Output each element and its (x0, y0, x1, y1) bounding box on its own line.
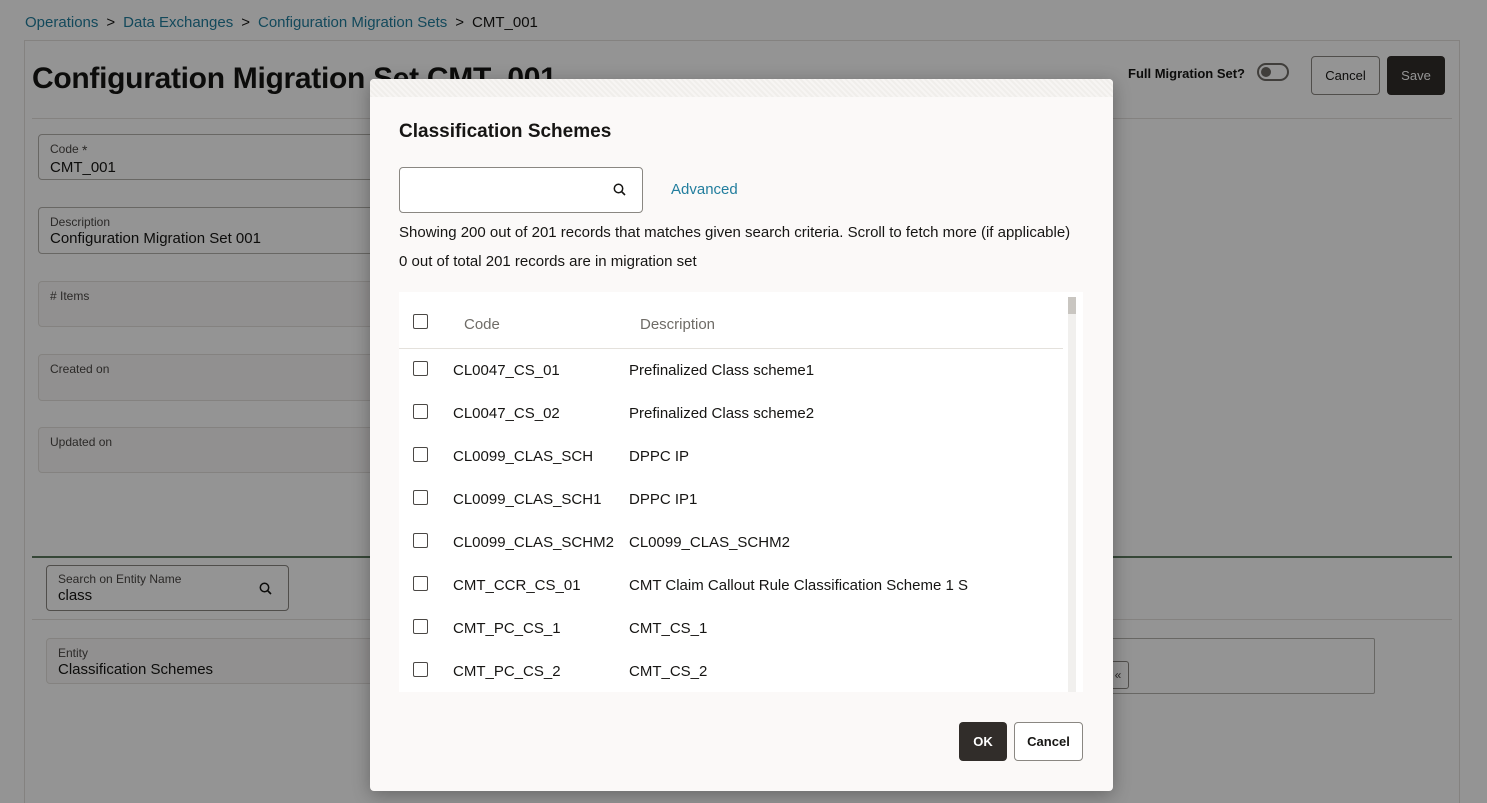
search-icon[interactable] (613, 183, 626, 201)
migration-set-count-info: 0 out of total 201 records are in migrat… (399, 253, 697, 270)
dialog-drag-handle[interactable] (370, 79, 1113, 97)
advanced-search-link[interactable]: Advanced (671, 181, 738, 198)
row-description: Prefinalized Class scheme2 (629, 405, 815, 422)
table-row[interactable]: CL0099_CLAS_SCH1 DPPC IP1 (399, 478, 1063, 521)
row-checkbox[interactable] (413, 533, 428, 548)
table-row[interactable]: CMT_PC_CS_2 CMT_CS_2 (399, 650, 1063, 692)
select-all-checkbox[interactable] (413, 314, 428, 329)
row-checkbox[interactable] (413, 576, 428, 591)
row-code: CMT_CCR_CS_01 (453, 577, 581, 594)
scrollbar-thumb[interactable] (1068, 297, 1076, 314)
scrollbar-track[interactable] (1068, 297, 1076, 692)
schemes-table: Code Description CL0047_CS_01 Prefinaliz… (399, 292, 1083, 692)
row-description: CL0099_CLAS_SCHM2 (629, 534, 790, 551)
row-description: CMT_CS_2 (629, 663, 708, 680)
dialog-cancel-button[interactable]: Cancel (1014, 722, 1083, 761)
row-description: CMT_CS_1 (629, 620, 708, 637)
table-row[interactable]: CMT_PC_CS_1 CMT_CS_1 (399, 607, 1063, 650)
classification-schemes-dialog: Classification Schemes Advanced Showing … (370, 79, 1113, 791)
row-code: CMT_PC_CS_2 (453, 663, 561, 680)
search-result-info: Showing 200 out of 201 records that matc… (399, 224, 1071, 241)
table-row[interactable]: CL0099_CLAS_SCHM2 CL0099_CLAS_SCHM2 (399, 521, 1063, 564)
row-checkbox[interactable] (413, 662, 428, 677)
row-description: DPPC IP1 (629, 491, 698, 508)
table-row[interactable]: CL0047_CS_02 Prefinalized Class scheme2 (399, 392, 1063, 435)
table-header: Code Description (399, 292, 1063, 349)
row-description: Prefinalized Class scheme1 (629, 362, 815, 379)
table-row[interactable]: CL0047_CS_01 Prefinalized Class scheme1 (399, 349, 1063, 392)
column-header-code[interactable]: Code (464, 316, 500, 333)
row-description: DPPC IP (629, 448, 690, 465)
row-code: CL0047_CS_01 (453, 362, 560, 379)
row-checkbox[interactable] (413, 404, 428, 419)
row-code: CL0099_CLAS_SCH (453, 448, 594, 465)
row-code: CL0047_CS_02 (453, 405, 560, 422)
row-code: CL0099_CLAS_SCHM2 (453, 534, 614, 551)
ok-button[interactable]: OK (959, 722, 1007, 761)
row-code: CL0099_CLAS_SCH1 (453, 491, 602, 508)
row-description: CMT Claim Callout Rule Classification Sc… (629, 577, 969, 594)
column-header-description[interactable]: Description (640, 316, 715, 333)
row-code: CMT_PC_CS_1 (453, 620, 561, 637)
table-row[interactable]: CMT_CCR_CS_01 CMT Claim Callout Rule Cla… (399, 564, 1063, 607)
row-checkbox[interactable] (413, 619, 428, 634)
dialog-search-input[interactable] (399, 167, 643, 213)
table-scrollbar[interactable] (1063, 292, 1083, 692)
table-row[interactable]: CL0099_CLAS_SCH DPPC IP (399, 435, 1063, 478)
row-checkbox[interactable] (413, 447, 428, 462)
row-checkbox[interactable] (413, 490, 428, 505)
dialog-title: Classification Schemes (399, 121, 612, 142)
row-checkbox[interactable] (413, 361, 428, 376)
